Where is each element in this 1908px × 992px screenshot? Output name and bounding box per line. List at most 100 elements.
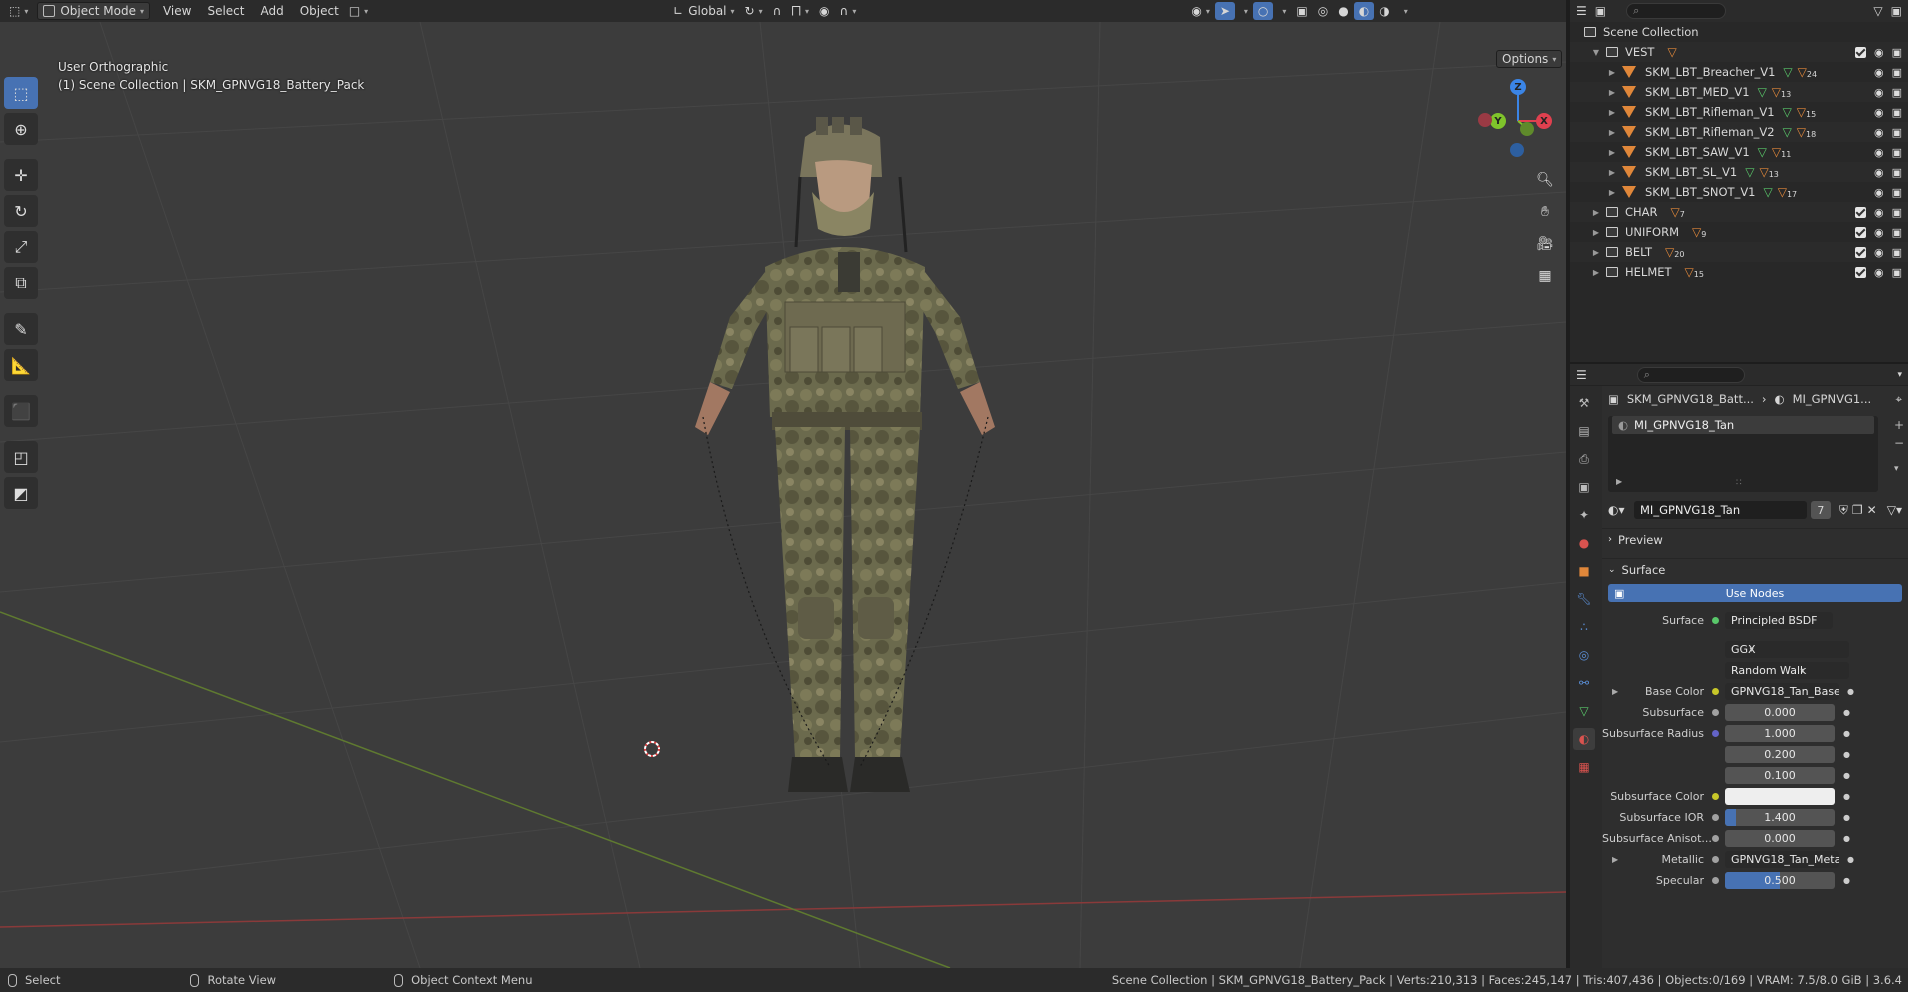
shading-rendered[interactable]: ◑ [1374, 2, 1394, 20]
tab-modifiers[interactable]: 🔧︎ [1573, 588, 1595, 610]
outliner-row[interactable]: ▶ HELMET ▽ 15 ◉ ▣ [1570, 262, 1908, 282]
expand-right-icon[interactable]: ▶ [1606, 128, 1618, 137]
outliner-row[interactable]: ▼ VEST ▽ ◉ ▣ [1570, 42, 1908, 62]
editor-type-button[interactable]: ⬚ ▾ [4, 2, 33, 20]
tab-object[interactable]: ■ [1573, 560, 1595, 582]
properties-options-icon[interactable]: ▾ [1897, 370, 1902, 380]
keyframe-dot-icon[interactable]: ● [1843, 708, 1850, 717]
slot-menu-icon[interactable]: ▾ [1894, 464, 1904, 474]
cursor-tool[interactable]: ⊕ [4, 113, 38, 145]
number-field[interactable]: 1.000 [1725, 725, 1835, 742]
eye-icon[interactable]: ◉ [1874, 186, 1884, 199]
pan-button[interactable]: ✋︎ [1532, 199, 1558, 225]
menu-select[interactable]: Select [202, 2, 249, 20]
camera-icon[interactable]: ▣ [1892, 46, 1902, 59]
tree-root[interactable]: Scene Collection [1570, 22, 1908, 42]
transform-tool[interactable]: ⧉ [4, 267, 38, 299]
keyframe-dot-icon[interactable]: ● [1843, 750, 1850, 759]
socket-icon[interactable] [1712, 856, 1719, 863]
camera-icon[interactable]: ▣ [1892, 86, 1902, 99]
pivot-point-dropdown[interactable]: ↻ ▾ [740, 2, 768, 20]
number-field[interactable]: 0.000 [1725, 704, 1835, 721]
gizmo-dropdown[interactable]: ▾ [1235, 2, 1253, 20]
surface-panel-header[interactable]: ⌄ Surface [1602, 558, 1908, 580]
eye-icon[interactable]: ◉ [1874, 266, 1884, 279]
tab-particles[interactable]: ∴ [1573, 616, 1595, 638]
gizmo-y-ball[interactable]: Y [1490, 113, 1506, 129]
eye-icon[interactable]: ◉ [1874, 226, 1884, 239]
socket-icon[interactable] [1712, 709, 1719, 716]
filter-icon[interactable]: ▽ [1873, 4, 1882, 18]
socket-icon[interactable] [1712, 793, 1719, 800]
expand-right-icon[interactable]: ▶ [1606, 68, 1618, 77]
camera-icon[interactable]: ▣ [1892, 66, 1902, 79]
children-badge[interactable]: ▽ 7 [1666, 205, 1685, 219]
use-nodes-button[interactable]: ▣ Use Nodes [1608, 584, 1902, 602]
eye-icon[interactable]: ◉ [1874, 66, 1884, 79]
exclude-checkbox[interactable] [1854, 266, 1866, 278]
add-slot-icon[interactable]: + [1894, 418, 1904, 432]
linked-texture-field[interactable]: GPNVG18_Tan_BaseCol... [1725, 683, 1839, 700]
falloff-dropdown[interactable]: ∩ ▾ [835, 2, 862, 20]
shading-wireframe[interactable]: ◎ [1313, 2, 1333, 20]
children-badge[interactable]: ▽ [1662, 45, 1676, 59]
tab-material[interactable]: ◐ [1573, 728, 1595, 750]
linked-texture-field[interactable]: GPNVG18_Tan_Metalne... [1725, 851, 1839, 868]
camera-icon[interactable]: ▣ [1892, 126, 1902, 139]
keyframe-dot-icon[interactable]: ● [1843, 813, 1850, 822]
subsurface-method-dropdown[interactable]: Random Walk ▾ [1725, 662, 1849, 679]
new-collection-icon[interactable]: ▣ [1891, 4, 1902, 18]
children-badge[interactable]: ▽ ▽ 15 [1783, 105, 1817, 119]
3d-viewport[interactable]: User Orthographic (1) Scene Collection |… [0, 22, 1566, 968]
outliner-editor-icon[interactable]: ☰ [1576, 4, 1587, 18]
scale-tool[interactable]: ⤢ [4, 231, 38, 263]
keyframe-dot-icon[interactable]: ● [1847, 855, 1854, 864]
material-users-count[interactable]: 7 [1810, 501, 1831, 519]
shading-dropdown[interactable]: ▾ [1395, 2, 1413, 20]
expand-right-icon[interactable]: ▶ [1590, 228, 1602, 237]
children-badge[interactable]: ▽ 9 [1687, 225, 1706, 239]
transform-orientation-dropdown[interactable]: ∟ Global ▾ [668, 2, 739, 20]
keyframe-dot-icon[interactable]: ● [1843, 729, 1850, 738]
expand-right-icon[interactable]: ▶ [1590, 208, 1602, 217]
gizmo-neg-y-ball[interactable] [1520, 122, 1534, 136]
tool-extra-1[interactable]: ◰ [4, 441, 38, 473]
gizmo-neg-x-ball[interactable] [1478, 113, 1492, 127]
outliner-row[interactable]: ▶ SKM_LBT_Breacher_V1 ▽ ▽ 24 ◉ ▣ [1570, 62, 1908, 82]
socket-icon[interactable] [1712, 835, 1719, 842]
ortho-toggle-button[interactable]: ▦ [1532, 263, 1558, 289]
exclude-checkbox[interactable] [1854, 206, 1866, 218]
outliner-row[interactable]: ▶ SKM_LBT_Rifleman_V1 ▽ ▽ 15 ◉ ▣ [1570, 102, 1908, 122]
tab-texture[interactable]: ▦ [1573, 756, 1595, 778]
measure-tool[interactable]: 📐 [4, 349, 38, 381]
expand-right-icon[interactable]: ▶ [1606, 88, 1618, 97]
eye-icon[interactable]: ◉ [1874, 106, 1884, 119]
expand-right-icon[interactable]: ▶ [1606, 168, 1618, 177]
children-badge[interactable]: ▽ ▽ 13 [1745, 165, 1779, 179]
exclude-checkbox[interactable] [1854, 246, 1866, 258]
snap-toggle[interactable]: ∩ [768, 2, 787, 20]
outliner-search-input[interactable]: ⌕ [1626, 3, 1727, 19]
color-swatch[interactable] [1725, 788, 1835, 805]
expand-right-icon[interactable]: ▶ [1606, 188, 1618, 197]
exclude-checkbox[interactable] [1854, 46, 1866, 58]
children-badge[interactable]: ▽ ▽ 18 [1783, 125, 1817, 139]
tab-view-layer[interactable]: ▣ [1573, 476, 1595, 498]
display-mode-icon[interactable]: ▣ [1595, 4, 1606, 18]
rotate-tool[interactable]: ↻ [4, 195, 38, 227]
menu-view[interactable]: View [158, 2, 196, 20]
visibility-dropdown[interactable]: ◉ ▾ [1186, 2, 1215, 20]
material-slot-item[interactable]: ◐ MI_GPNVG18_Tan [1612, 416, 1874, 434]
camera-icon[interactable]: ▣ [1892, 106, 1902, 119]
eye-icon[interactable]: ◉ [1874, 126, 1884, 139]
gizmo-x-ball[interactable]: X [1536, 113, 1552, 129]
keyframe-dot-icon[interactable]: ● [1843, 771, 1850, 780]
shading-solid[interactable]: ● [1333, 2, 1353, 20]
tab-render[interactable]: ▤ [1573, 420, 1595, 442]
duplicate-icon[interactable]: ❐ [1852, 503, 1863, 517]
eye-icon[interactable]: ◉ [1874, 86, 1884, 99]
tab-data[interactable]: ▽ [1573, 700, 1595, 722]
tab-output[interactable]: ⎙ [1573, 448, 1595, 470]
children-badge[interactable]: ▽ ▽ 13 [1758, 85, 1792, 99]
number-field[interactable]: 0.000 [1725, 830, 1835, 847]
